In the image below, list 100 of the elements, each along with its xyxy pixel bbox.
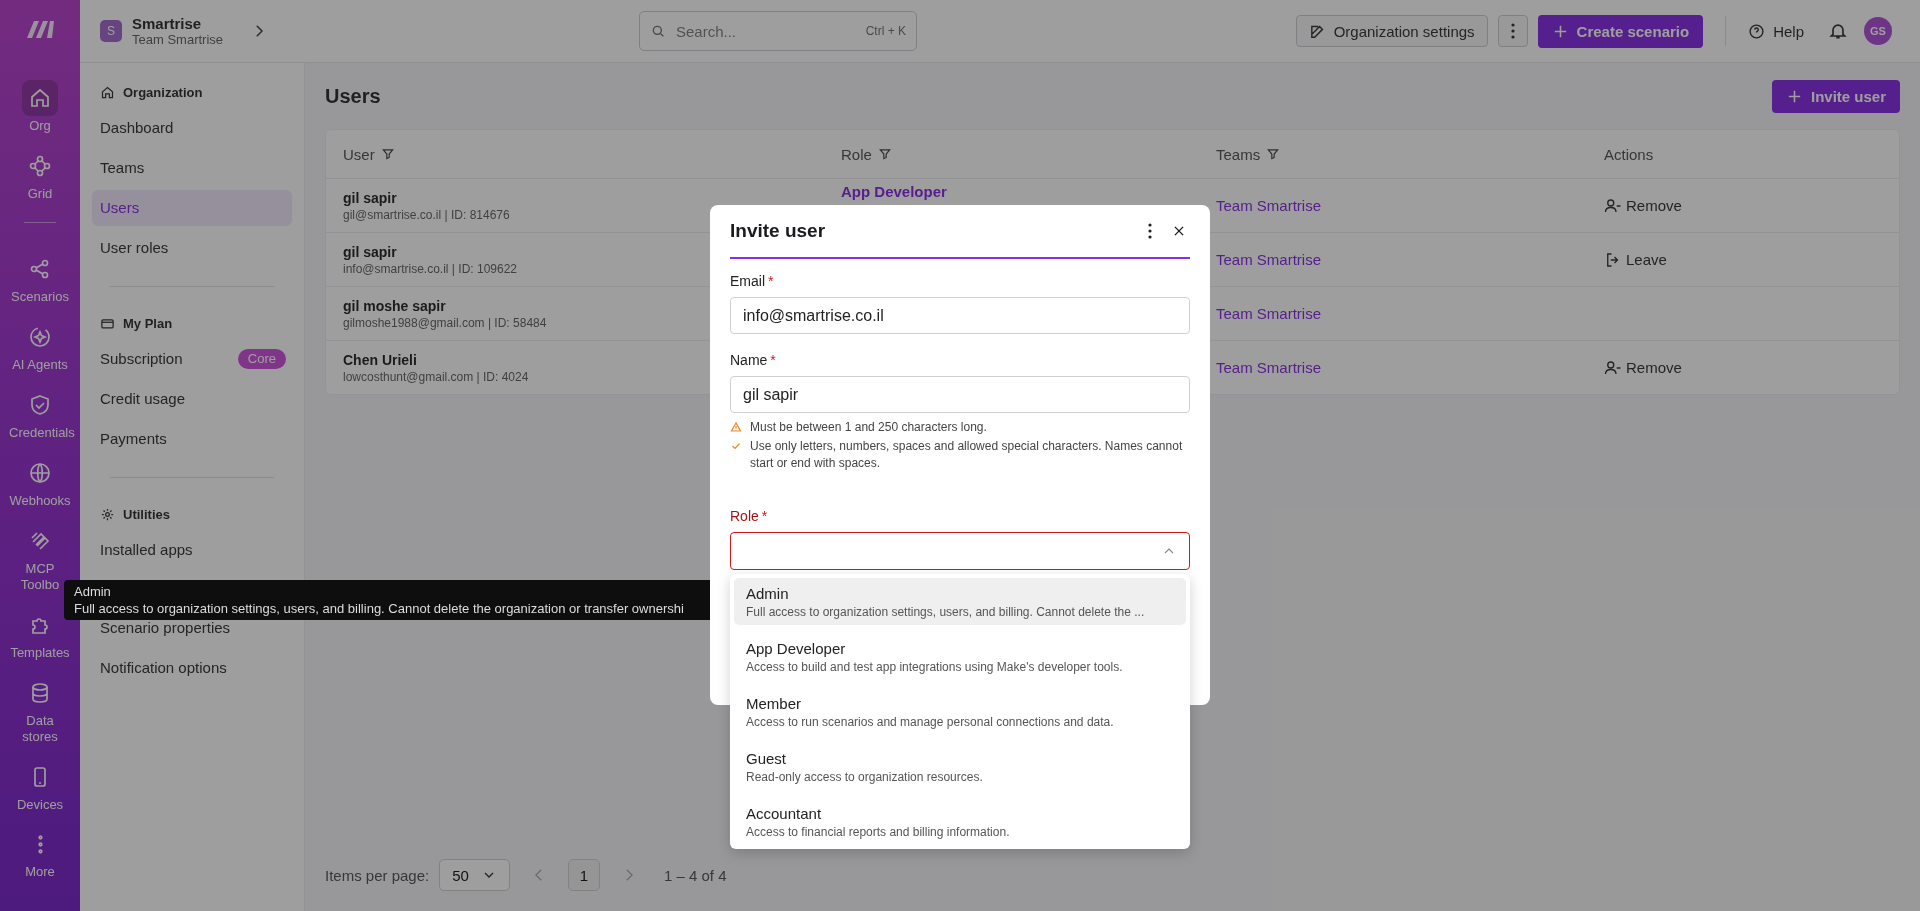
action-link[interactable]: Remove <box>1604 196 1682 215</box>
dialog-title: Invite user <box>730 220 827 242</box>
option-title: Member <box>746 694 802 712</box>
option-description: Read-only access to organization resources. <box>746 769 984 784</box>
field-label: Name * <box>730 352 777 368</box>
page-button[interactable]: 1 <box>567 859 600 891</box>
role-option[interactable]: Accountant Access to financial reports and billing information. <box>734 798 1186 845</box>
organization-settings-button[interactable]: Organization settings <box>1295 15 1488 47</box>
kebab-icon <box>1510 23 1515 39</box>
field-label: Email * <box>730 273 775 289</box>
search-input[interactable]: Search... <box>674 21 858 41</box>
team-name: Team Smartrise <box>132 32 225 47</box>
role-link[interactable]: App Developer <box>841 183 947 200</box>
person-minus-icon <box>1604 196 1622 215</box>
nav-item[interactable]: Users <box>92 190 292 226</box>
org-avatar: S <box>100 20 122 42</box>
filter-icon[interactable] <box>380 147 395 161</box>
column-header: Role <box>841 145 872 163</box>
role-option[interactable]: App Developer Access to build and test app integrations using Make's developer tools. <box>734 633 1186 680</box>
rail-item[interactable]: Devices <box>1 759 79 813</box>
text-field[interactable]: info@smartrise.co.il <box>730 297 1190 334</box>
hint-text: Use only letters, numbers, spaces and allowed special characters. Names cannot start or end with spaces. <box>750 438 1184 472</box>
section-title: Organization <box>123 84 203 100</box>
option-title: Accountant <box>746 804 823 822</box>
nav-item[interactable]: Notification options <box>92 650 292 686</box>
plan-badge: Core <box>237 349 286 369</box>
tooltip-title: Admin <box>74 584 112 600</box>
page-range: 1 – 4 of 4 <box>663 866 727 884</box>
team-link[interactable]: Team Smartrise <box>1216 359 1322 376</box>
user-name: Chen Urieli <box>343 351 417 368</box>
search-icon <box>650 23 666 39</box>
role-option[interactable]: Member Access to run scenarios and manage personal connections and data. <box>734 688 1186 735</box>
role-select[interactable] <box>730 532 1190 570</box>
more-icon <box>37 835 43 854</box>
nav-item[interactable]: Installed apps <box>92 532 292 568</box>
role-option[interactable]: Admin Full access to organization settings, users, and billing. Cannot delete the ... <box>734 578 1186 625</box>
user-details: info@smartrise.co.il | ID: 109622 <box>343 261 518 276</box>
kebab-icon[interactable] <box>1148 223 1152 239</box>
rail-item[interactable]: Org <box>1 80 79 134</box>
text-field[interactable]: gil sapir <box>730 376 1190 413</box>
bell-icon[interactable] <box>1828 21 1848 41</box>
close-icon[interactable] <box>1172 224 1186 238</box>
user-details: gil@smartrise.co.il | ID: 814676 <box>343 207 510 222</box>
action-link[interactable]: Remove <box>1604 358 1682 377</box>
person-minus-icon <box>1604 358 1622 377</box>
home-icon <box>100 84 115 100</box>
shortcut-hint: Ctrl + K <box>865 24 906 38</box>
search-field[interactable]: Search... Ctrl + K <box>639 11 917 51</box>
section-title: My Plan <box>123 315 173 331</box>
user-avatar[interactable]: GS <box>1864 17 1892 45</box>
nav-item[interactable]: Dashboard <box>92 110 292 146</box>
nav-item[interactable]: User roles <box>92 230 292 266</box>
hint-text: Must be between 1 and 250 characters long. <box>750 419 987 436</box>
help-link[interactable]: Help <box>1748 22 1804 40</box>
nav-item[interactable]: Subscription <box>92 341 234 377</box>
page-title: Users <box>325 84 381 108</box>
team-link[interactable]: Team Smartrise <box>1216 305 1322 322</box>
create-scenario-button[interactable]: Create scenario <box>1537 14 1704 48</box>
role-option[interactable]: Guest Read-only access to organization resources. <box>734 743 1186 790</box>
user-name: gil sapir <box>343 189 397 206</box>
field-label: Role * <box>730 508 769 524</box>
user-details: lowcosthunt@gmail.com | ID: 4024 <box>343 369 529 384</box>
action-link[interactable]: Leave <box>1604 250 1667 269</box>
rail-item[interactable]: Grid <box>1 148 79 202</box>
rail-item[interactable]: AI Agents <box>1 319 79 373</box>
option-title: Guest <box>746 749 788 767</box>
invite-user-button[interactable]: Invite user <box>1771 79 1900 113</box>
filter-icon[interactable] <box>877 147 892 161</box>
items-per-page-label: Items per page: <box>325 866 430 884</box>
nav-item[interactable]: Payments <box>92 421 292 457</box>
rail-item[interactable]: Webhooks <box>1 455 79 509</box>
logo-icon[interactable] <box>25 18 55 40</box>
per-page-select[interactable]: 50 <box>439 859 510 891</box>
nav-item[interactable]: Teams <box>92 150 292 186</box>
rail-item[interactable]: Scenarios <box>1 251 79 305</box>
column-header: Actions <box>1604 145 1654 163</box>
user-details: gilmoshe1988@gmail.com | ID: 58484 <box>343 315 547 330</box>
rail-item[interactable]: Data stores <box>1 675 79 745</box>
rail-item[interactable]: Credentials <box>1 387 79 441</box>
option-description: Full access to organization settings, users, and billing. Cannot delete the ... <box>746 604 1146 619</box>
option-description: Access to build and test app integrations using Make's developer tools. <box>746 659 1124 674</box>
warning-icon <box>730 421 742 433</box>
help-icon <box>1748 22 1766 40</box>
nav-item[interactable]: Credit usage <box>92 381 292 417</box>
option-description: Access to financial reports and billing information. <box>746 824 1011 839</box>
team-link[interactable]: Team Smartrise <box>1216 197 1322 214</box>
option-title: App Developer <box>746 639 847 657</box>
option-description: Access to run scenarios and manage personal connections and data. <box>746 714 1115 729</box>
column-header: Teams <box>1216 145 1261 163</box>
user-name: gil sapir <box>343 243 397 260</box>
column-header: User <box>343 145 375 163</box>
filter-icon[interactable] <box>1266 147 1281 161</box>
rail-item[interactable]: More <box>1 829 79 880</box>
option-title: Admin <box>746 584 790 602</box>
check-icon <box>730 440 742 452</box>
section-title: Utilities <box>123 506 170 522</box>
org-name[interactable]: Smartrise <box>132 15 240 32</box>
team-link[interactable]: Team Smartrise <box>1216 251 1322 268</box>
tooltip-text: Full access to organization settings, users, and billing. Cannot delete the organization or transfer ownershi <box>74 600 685 617</box>
user-name: gil moshe sapir <box>343 297 446 314</box>
